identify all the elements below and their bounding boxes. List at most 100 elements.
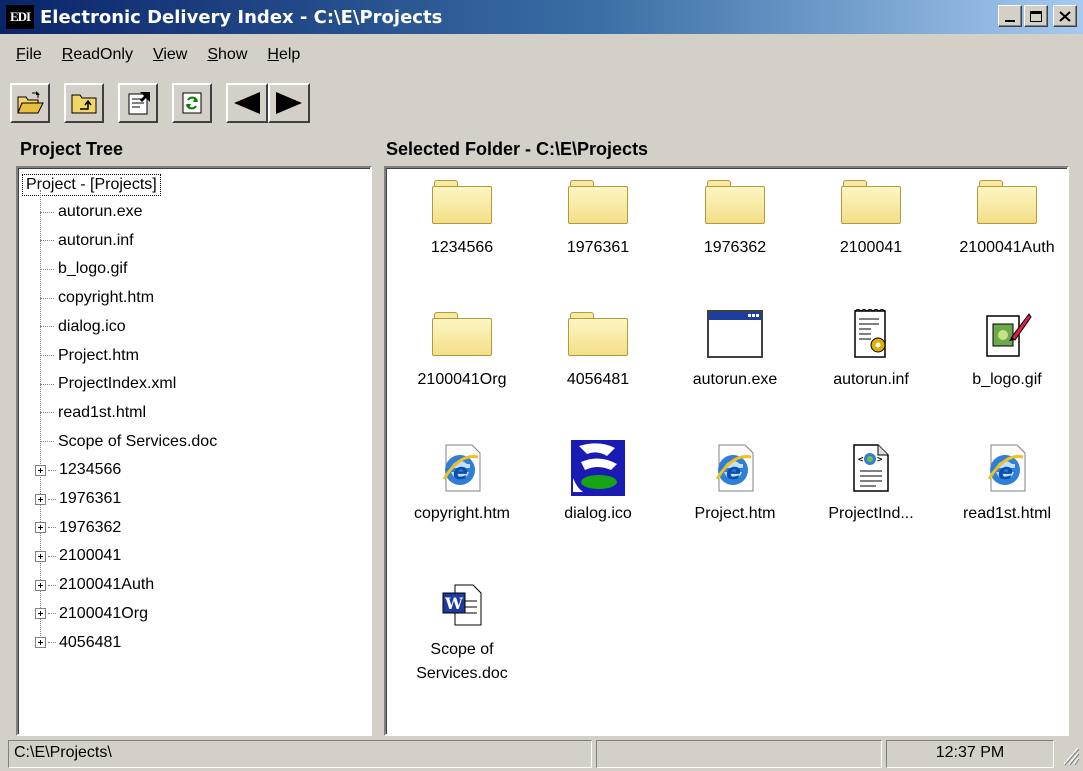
tree-folder-item[interactable]: 2100041Auth <box>35 571 154 599</box>
folder-icon <box>705 172 765 232</box>
tree-file-label: read1st.html <box>58 403 147 421</box>
app-logo-icon[interactable]: EDI <box>6 5 34 29</box>
internet-explorer-icon: e <box>983 438 1031 498</box>
expand-plus-icon[interactable] <box>35 493 46 505</box>
refresh-icon <box>182 92 202 114</box>
expand-plus-icon[interactable] <box>35 550 46 562</box>
menu-mnemonic: S <box>207 46 219 63</box>
tree-file-label: autorun.exe <box>58 203 143 220</box>
menu-readonly[interactable]: ReadOnly <box>52 43 143 67</box>
tree-folder-label: 1976362 <box>59 518 122 536</box>
tree-file-item[interactable]: dialog.ico <box>40 313 126 341</box>
file-item-label: dialog.ico <box>564 505 632 522</box>
file-item-label: autorun.exe <box>692 371 778 388</box>
folder-item[interactable]: 2100041 <box>805 172 937 260</box>
file-item[interactable]: dialog.ico <box>532 438 664 526</box>
tree-folder-item[interactable]: 4056481 <box>35 629 121 657</box>
menu-file[interactable]: File <box>6 43 52 67</box>
up-folder-button[interactable] <box>64 83 104 123</box>
tree-file-label: Project.htm <box>58 346 139 364</box>
maximize-icon <box>1030 10 1042 22</box>
back-button[interactable] <box>226 83 268 123</box>
expand-plus-icon[interactable] <box>35 608 46 620</box>
folder-item[interactable]: 2100041Auth <box>941 172 1067 260</box>
tree-file-item[interactable]: autorun.inf <box>40 227 134 255</box>
tree-connector <box>48 527 56 529</box>
file-item[interactable]: e copyright.htm <box>396 438 528 526</box>
open-folder-icon <box>17 91 44 114</box>
properties-button[interactable] <box>118 83 158 123</box>
menu-help[interactable]: Help <box>257 43 310 67</box>
maximize-button[interactable] <box>1024 5 1048 27</box>
expand-plus-icon[interactable] <box>35 522 46 534</box>
file-item[interactable]: < > ProjectInd... <box>805 438 937 526</box>
close-button[interactable] <box>1053 5 1077 27</box>
tree-folder-item[interactable]: 1976362 <box>35 514 121 542</box>
tree-file-item[interactable]: autorun.exe <box>40 198 143 226</box>
tree-connector <box>40 383 54 385</box>
file-item-label: 2100041Auth <box>959 239 1055 256</box>
folder-item[interactable]: 2100041Org <box>396 304 528 392</box>
file-item[interactable]: autorun.inf <box>805 304 937 392</box>
tree-file-item[interactable]: ProjectIndex.xml <box>40 370 176 398</box>
project-tree[interactable]: Project - [Projects] autorun.exe autorun.… <box>16 166 372 736</box>
folder-icon <box>841 172 901 232</box>
menu-mnemonic: R <box>61 46 74 63</box>
tree-file-item[interactable]: read1st.html <box>40 399 146 427</box>
tree-connector <box>48 469 56 471</box>
resize-grip[interactable] <box>1058 740 1080 766</box>
tree-file-item[interactable]: Scope of Services.doc <box>40 428 217 456</box>
menu-label-rest: iew <box>163 46 188 63</box>
minimize-button[interactable] <box>998 5 1022 27</box>
tree-file-label: copyright.htm <box>58 289 155 307</box>
refresh-button[interactable] <box>172 83 212 123</box>
tree-connector <box>40 412 54 414</box>
tree-folder-label: 2100041 <box>59 547 122 565</box>
tree-connector <box>48 555 56 557</box>
tree-connector <box>40 297 54 299</box>
tree-file-item[interactable]: b_logo.gif <box>40 255 127 283</box>
file-item[interactable]: e Project.htm <box>669 438 801 526</box>
expand-plus-icon[interactable] <box>35 579 46 591</box>
expand-plus-icon[interactable] <box>35 464 46 476</box>
minimize-icon <box>1005 20 1015 22</box>
folder-view[interactable]: 1234566 1976361 1976362 2100041 2100041Auth 2… <box>384 166 1069 736</box>
folder-item[interactable]: 4056481 <box>532 304 664 392</box>
status-path: C:\E\Projects\ <box>8 740 592 768</box>
open-folder-button[interactable] <box>10 83 50 123</box>
expand-plus-icon[interactable] <box>35 637 46 648</box>
close-icon <box>1059 10 1071 22</box>
menu-label-rest: how <box>218 46 248 63</box>
folder-item[interactable]: 1976362 <box>669 172 801 260</box>
image-file-icon <box>981 304 1033 364</box>
tree-connector <box>40 326 54 328</box>
file-item[interactable]: W Scope of Services.doc <box>396 574 528 686</box>
tree-file-item[interactable]: copyright.htm <box>40 284 154 312</box>
tree-folder-item[interactable]: 1976361 <box>35 485 121 513</box>
tree-connector <box>40 240 54 242</box>
file-item-label: 2100041 <box>839 239 903 256</box>
tree-folder-item[interactable]: 1234566 <box>35 456 121 484</box>
forward-button[interactable] <box>268 83 310 123</box>
file-item[interactable]: autorun.exe <box>669 304 801 392</box>
title-bar[interactable]: EDI Electronic Delivery Index - C:\E\Pro… <box>0 0 1083 34</box>
tree-file-item[interactable]: Project.htm <box>40 342 139 370</box>
tree-file-label: ProjectIndex.xml <box>58 375 177 393</box>
tree-folder-item[interactable]: 2100041 <box>35 542 121 570</box>
tree-root-item[interactable]: Project - [Projects] <box>22 174 161 196</box>
menu-label-rest: ile <box>25 46 42 63</box>
folder-item[interactable]: 1234566 <box>396 172 528 260</box>
tree-folder-item[interactable]: 2100041Org <box>35 600 148 628</box>
file-item-label: read1st.html <box>962 505 1052 522</box>
menu-show[interactable]: Show <box>197 43 257 67</box>
window-title: Electronic Delivery Index - C:\E\Project… <box>40 6 443 28</box>
file-item[interactable]: e read1st.html <box>941 438 1067 526</box>
file-item-label: 1234566 <box>430 239 494 256</box>
file-item[interactable]: b_logo.gif <box>941 304 1067 392</box>
menu-bar: File ReadOnly View Show Help <box>0 40 310 70</box>
tree-file-label: Scope of Services.doc <box>58 432 218 450</box>
folder-item[interactable]: 1976361 <box>532 172 664 260</box>
menu-mnemonic: H <box>267 46 279 63</box>
menu-view[interactable]: View <box>143 43 197 67</box>
resize-grip-icon <box>1063 747 1080 766</box>
